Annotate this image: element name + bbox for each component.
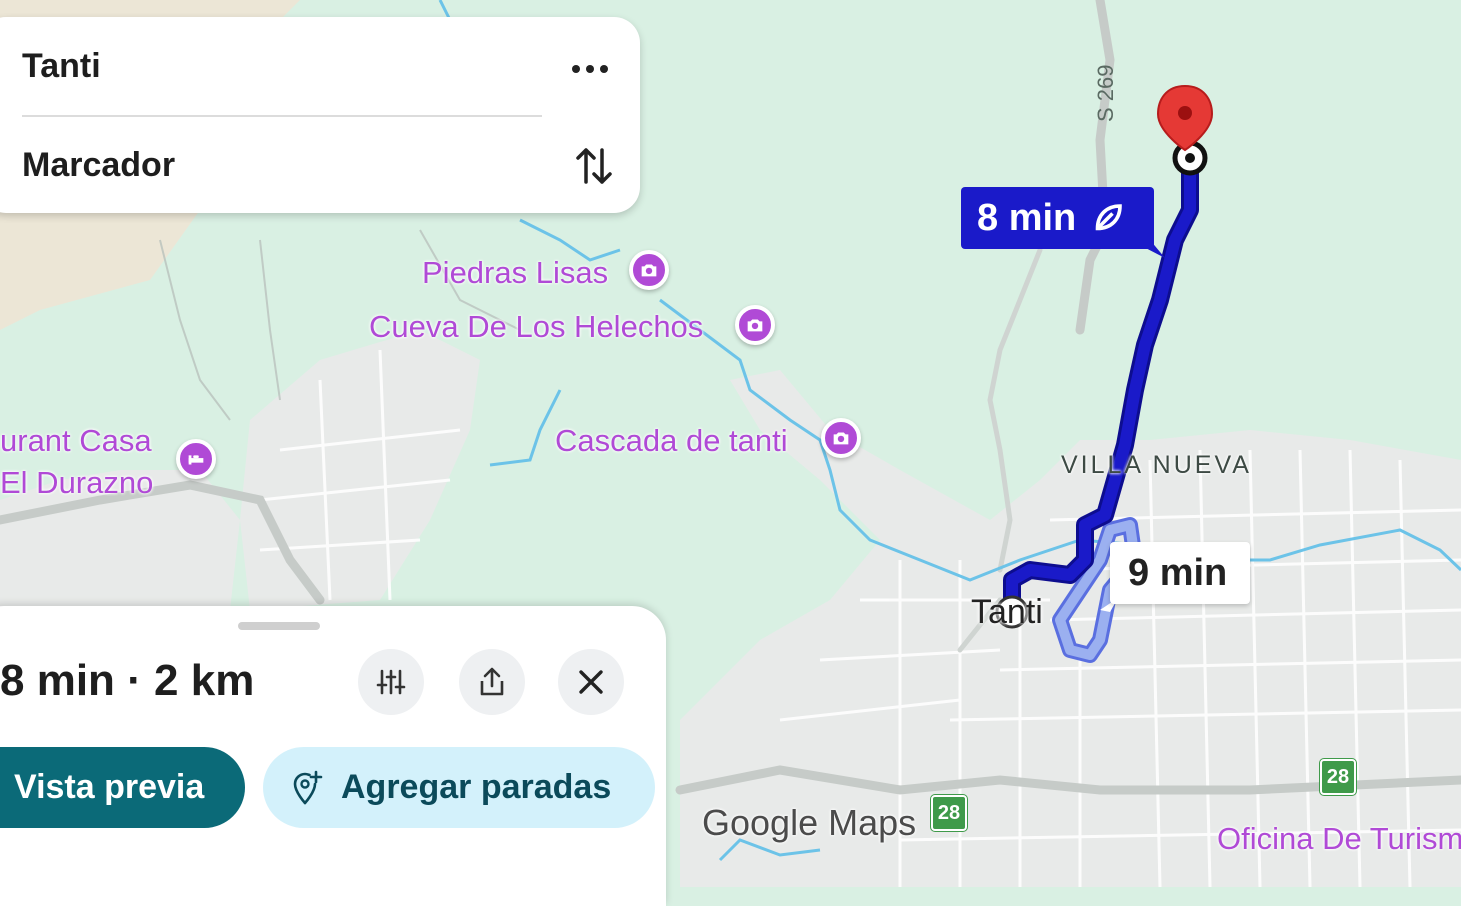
eco-leaf-icon	[1095, 204, 1123, 231]
camera-icon[interactable]	[735, 305, 775, 345]
primary-route-time-badge[interactable]: 8 min	[961, 187, 1154, 249]
swap-vertical-icon[interactable]	[574, 144, 614, 188]
camera-icon[interactable]	[821, 418, 861, 458]
area-label-villa-nueva: VILLA NUEVA	[1061, 451, 1252, 479]
alt-route-time: 9 min	[1128, 551, 1228, 594]
share-button[interactable]	[459, 649, 525, 715]
card-divider	[22, 115, 542, 117]
primary-route-time: 8 min	[977, 196, 1077, 239]
directions-card: Tanti Marcador	[0, 17, 640, 213]
sheet-grabber[interactable]	[238, 622, 320, 630]
origin-field[interactable]: Tanti	[22, 47, 101, 86]
route-summary: 8 min · 2 km	[0, 656, 255, 705]
add-stops-label: Agregar paradas	[341, 768, 612, 806]
google-maps-watermark: Google Maps	[702, 802, 917, 843]
poi-label-oficina-de-turismo[interactable]: Oficina De Turism	[1217, 821, 1461, 857]
alt-route-time-badge[interactable]: 9 min	[1110, 542, 1250, 604]
tune-icon	[376, 669, 406, 695]
route-options-button[interactable]	[358, 649, 424, 715]
preview-button[interactable]: Vista previa	[0, 747, 245, 828]
preview-label: Vista previa	[14, 768, 205, 806]
hotel-icon[interactable]	[176, 439, 216, 479]
poi-label-cueva-de-los-helechos[interactable]: Cueva De Los Helechos	[369, 309, 703, 345]
camera-icon[interactable]	[629, 250, 669, 290]
close-icon	[579, 670, 603, 694]
route-bottom-sheet: 8 min · 2 km Vista previa Agregar parada…	[0, 606, 666, 906]
close-button[interactable]	[558, 649, 624, 715]
poi-label-piedras-lisas[interactable]: Piedras Lisas	[422, 255, 608, 291]
add-location-icon	[293, 770, 323, 804]
poi-label-casa-el-durazno-line2[interactable]: El Durazno	[0, 465, 153, 501]
poi-label-casa-el-durazno-line1[interactable]: urant Casa	[0, 423, 152, 459]
town-label-tanti: Tanti	[971, 593, 1043, 631]
route-shield-28: 28	[1320, 759, 1356, 795]
poi-label-cascada-de-tanti[interactable]: Cascada de tanti	[555, 423, 788, 459]
route-shield-28: 28	[931, 795, 967, 831]
more-horizontal-icon[interactable]	[570, 62, 610, 74]
road-label: S 269	[1093, 64, 1118, 123]
share-icon	[480, 667, 504, 696]
destination-field[interactable]: Marcador	[22, 146, 175, 185]
add-stops-button[interactable]: Agregar paradas	[263, 747, 655, 828]
